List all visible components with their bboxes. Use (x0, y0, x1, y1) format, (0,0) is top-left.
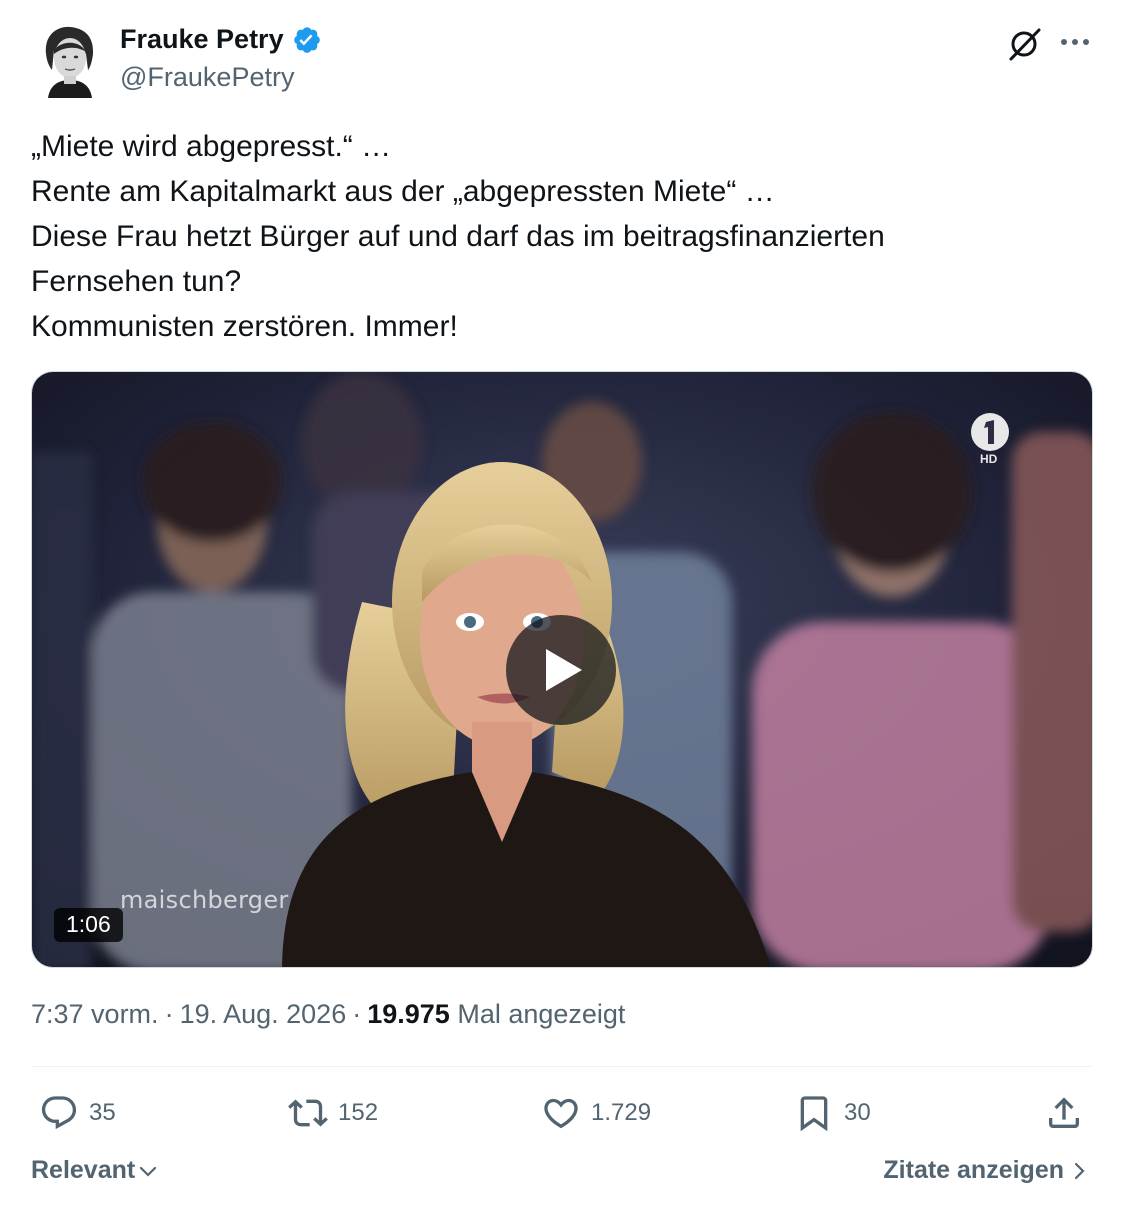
reply-button[interactable]: 35 (39, 1088, 116, 1138)
sort-replies-dropdown[interactable]: Relevant (31, 1156, 159, 1185)
grok-icon[interactable] (1006, 26, 1042, 62)
tweet-header: Frauke Petry @FraukePetry (0, 0, 1123, 110)
view-count[interactable]: 19.975 (367, 999, 450, 1029)
tweet-line: „Miete wird abgepresst.“ … (31, 130, 392, 163)
repost-button[interactable]: 152 (288, 1088, 378, 1138)
channel-logo-icon: HD (968, 410, 1018, 470)
tweet-line: Kommunisten zerstören. Immer! (31, 310, 458, 343)
like-count: 1.729 (591, 1099, 652, 1126)
meta-separator: · (164, 999, 174, 1029)
author-handle[interactable]: @FraukePetry (120, 62, 294, 93)
verified-badge-icon[interactable] (292, 25, 322, 55)
sort-label: Relevant (31, 1156, 136, 1184)
tweet-line: Fernsehen tun? (31, 265, 242, 298)
play-button[interactable] (506, 615, 616, 725)
author-name-row[interactable]: Frauke Petry (120, 24, 322, 55)
heart-icon (544, 1098, 578, 1129)
bookmark-button[interactable]: 30 (794, 1088, 871, 1138)
reply-count: 35 (89, 1099, 116, 1126)
share-button[interactable] (1044, 1088, 1084, 1138)
divider (31, 1066, 1093, 1067)
avatar[interactable] (40, 24, 98, 98)
chevron-right-icon (1074, 1162, 1085, 1179)
video-duration: 1:06 (54, 908, 123, 942)
tweet-text: „Miete wird abgepresst.“ … Rente am Kapi… (31, 124, 1091, 349)
quotes-label: Zitate anzeigen (883, 1156, 1064, 1184)
tweet-time[interactable]: 7:37 vorm. (31, 999, 159, 1029)
tweet-meta: 7:37 vorm. · 19. Aug. 2026 · 19.975 Mal ange… (31, 999, 625, 1030)
bookmark-count: 30 (844, 1099, 871, 1126)
more-options-icon[interactable] (1058, 28, 1092, 56)
author-name[interactable]: Frauke Petry (120, 24, 284, 55)
tweet-line: Rente am Kapitalmarkt aus der „abgepress… (31, 175, 775, 208)
action-bar: 35 152 1.729 30 (0, 1088, 1123, 1138)
repost-count: 152 (338, 1099, 379, 1126)
bookmark-icon (800, 1096, 828, 1132)
play-icon (546, 649, 582, 691)
chevron-down-icon (140, 1166, 157, 1177)
channel-logo-text: HD (980, 452, 998, 466)
view-count-label: Mal angezeigt (457, 999, 626, 1029)
show-watermark: maischberger (120, 886, 289, 914)
like-button[interactable]: 1.729 (541, 1088, 651, 1138)
share-icon (1049, 1097, 1079, 1128)
tweet-line: Diese Frau hetzt Bürger auf und darf das… (31, 220, 885, 253)
reply-icon (41, 1096, 77, 1130)
view-quotes-link[interactable]: Zitate anzeigen (883, 1156, 1090, 1185)
video-player[interactable]: HD maischberger 1:06 (31, 371, 1093, 968)
meta-separator: · (352, 999, 362, 1029)
repost-icon (288, 1099, 328, 1127)
tweet-date[interactable]: 19. Aug. 2026 (180, 999, 347, 1029)
